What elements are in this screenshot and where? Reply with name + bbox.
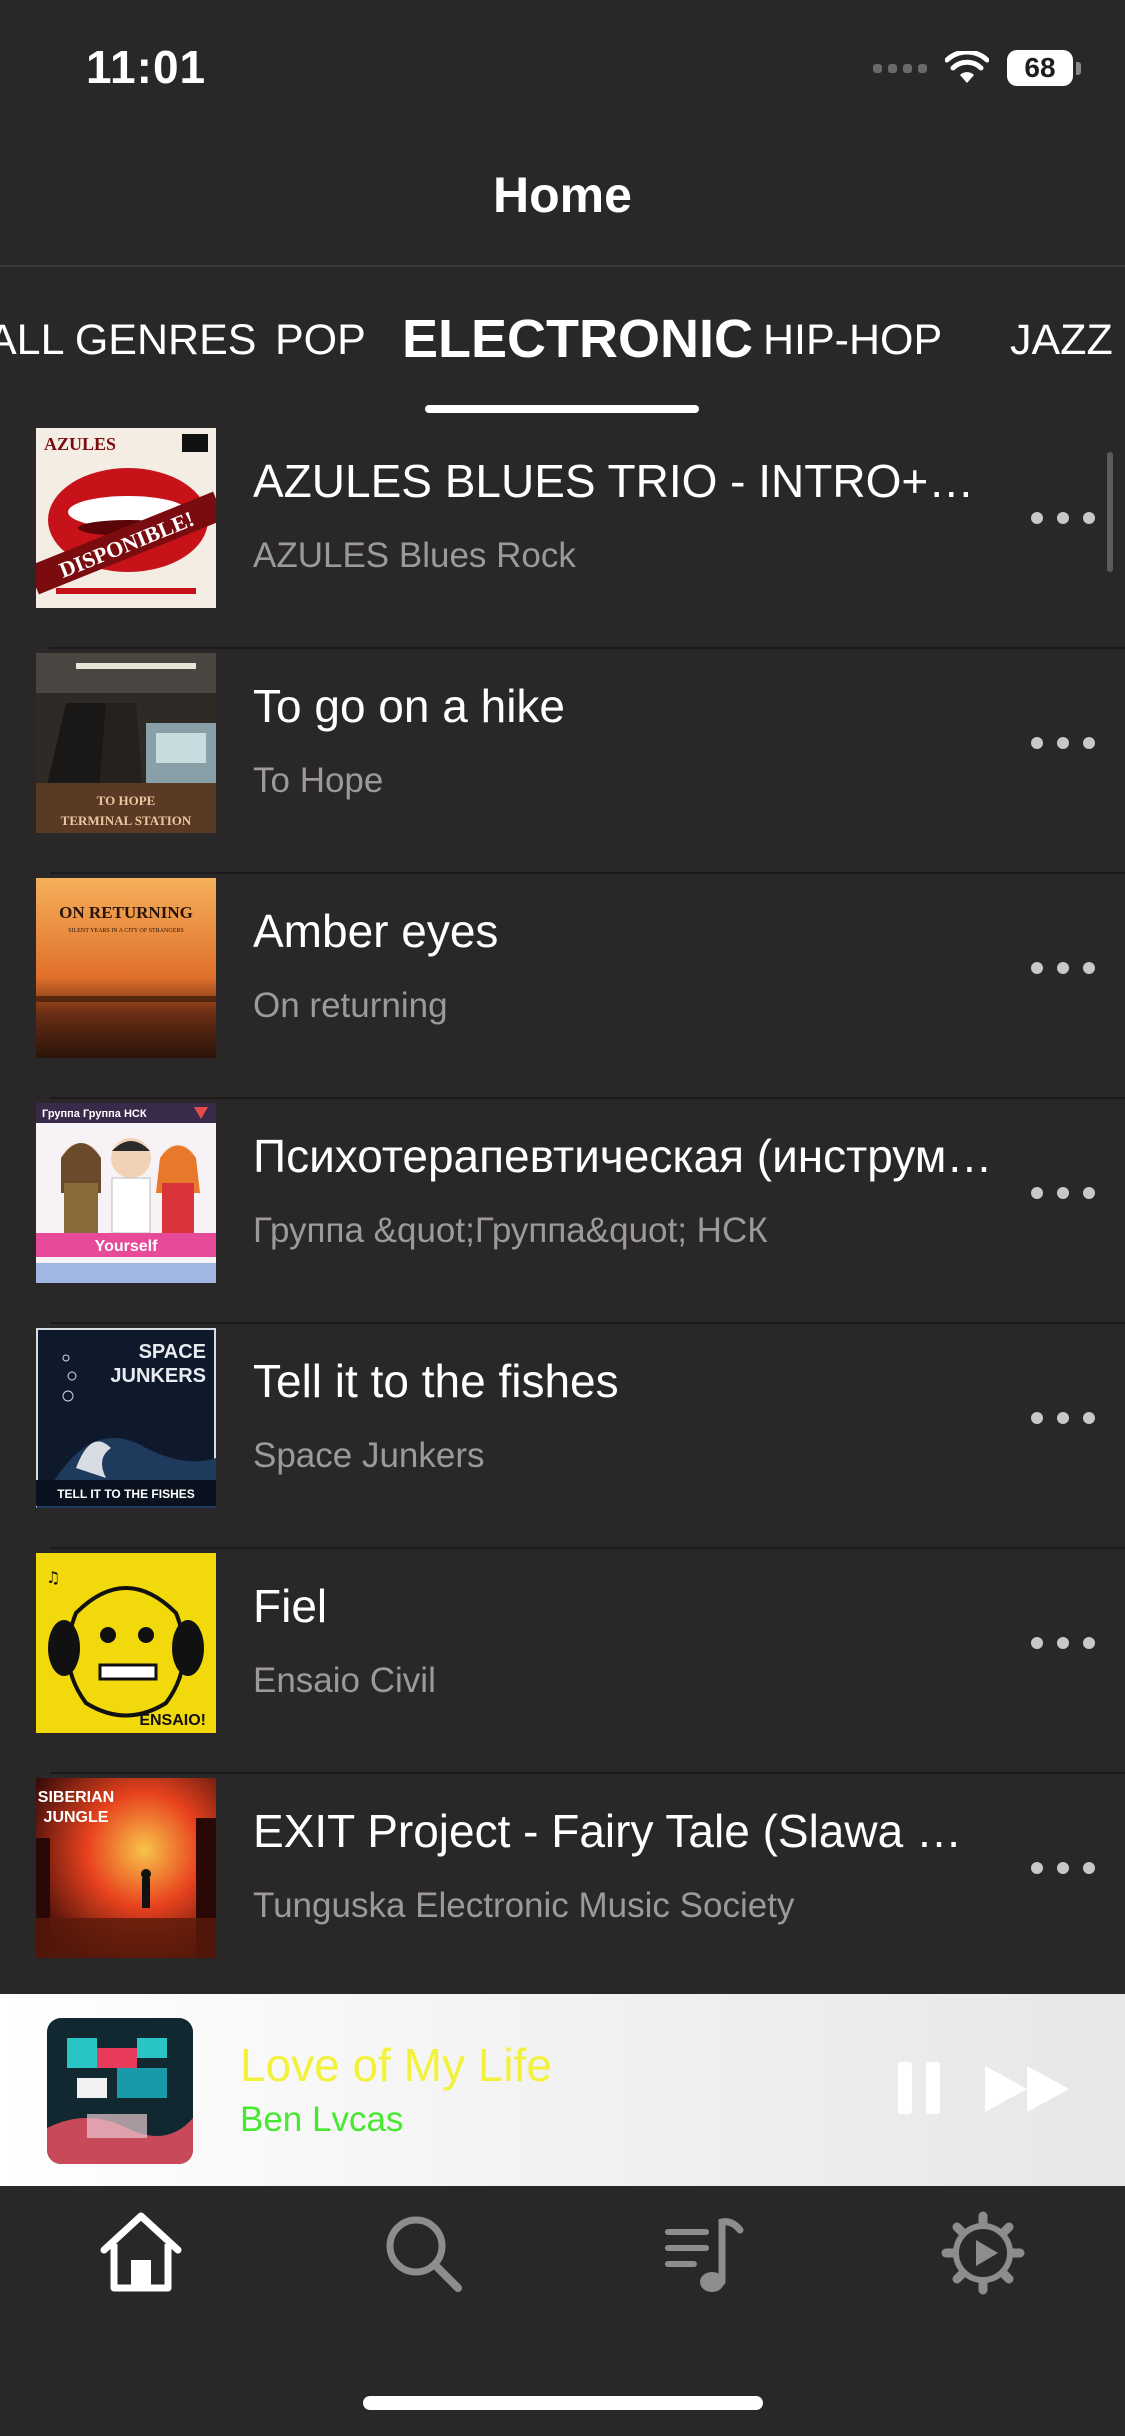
album-art-space-junkers: SPACE JUNKERS TELL IT TO THE FISHES (36, 1328, 216, 1508)
more-options-icon[interactable] (1031, 1179, 1095, 1207)
genre-tabs: ALL GENRES POP ELECTRONIC HIP-HOP JAZZ (0, 300, 1125, 420)
status-time: 11:01 (86, 41, 207, 93)
svg-text:SIBERIAN: SIBERIAN (38, 1789, 114, 1806)
scrollbar-thumb[interactable] (1107, 452, 1113, 572)
tab-jazz[interactable]: JAZZ (1010, 316, 1113, 365)
cellular-signal-icon (873, 63, 927, 73)
page-title: Home (493, 167, 632, 223)
svg-text:TO HOPE: TO HOPE (97, 793, 156, 808)
song-row[interactable]: SPACE JUNKERS TELL IT TO THE FISHES Tell… (0, 1324, 1125, 1549)
home-icon[interactable] (96, 2208, 186, 2298)
song-title: AZULES BLUES TRIO - INTRO+BLUES (253, 455, 993, 507)
mini-player[interactable]: Love of My Life Ben Lvcas (0, 1994, 1125, 2186)
svg-text:AZULES: AZULES (44, 434, 116, 454)
album-art-on-returning: ON RETURNING SILENT YEARS IN A CITY OF S… (36, 878, 216, 1058)
more-options-icon[interactable] (1031, 1404, 1095, 1432)
now-playing-artist: Ben Lvcas (240, 2100, 404, 2139)
svg-text:ENSAIO!: ENSAIO! (139, 1712, 206, 1729)
more-options-icon[interactable] (1031, 954, 1095, 982)
svg-text:TERMINAL STATION: TERMINAL STATION (61, 813, 192, 828)
svg-text:Yourself: Yourself (95, 1238, 159, 1255)
song-title: Amber eyes (253, 905, 499, 957)
settings-icon[interactable] (938, 2208, 1028, 2298)
tab-electronic[interactable]: ELECTRONIC (402, 308, 753, 370)
song-row[interactable]: Группа Группа НСК Yourself Психотерапевт… (0, 1099, 1125, 1324)
tab-pop[interactable]: POP (275, 316, 366, 365)
svg-text:♫: ♫ (46, 1568, 60, 1587)
song-row[interactable]: SIBERIAN JUNGLE EXIT Project - Fairy Tal… (0, 1774, 1125, 1999)
more-options-icon[interactable] (1031, 1629, 1095, 1657)
album-art-terminal-station: TO HOPE TERMINAL STATION (36, 653, 216, 833)
svg-text:SILENT YEARS IN A CITY OF STRA: SILENT YEARS IN A CITY OF STRANGERS (68, 928, 183, 934)
tab-all-genres[interactable]: ALL GENRES (0, 316, 256, 365)
song-artist: Tunguska Electronic Music Society (253, 1886, 795, 1925)
song-row[interactable]: ON RETURNING SILENT YEARS IN A CITY OF S… (0, 874, 1125, 1099)
svg-text:SPACE: SPACE (139, 1341, 206, 1363)
song-list: DISPONIBLE! AZULES AZULES BLUES TRIO - I… (0, 424, 1125, 1999)
song-artist: Группа &quot;Группа&quot; НСК (253, 1211, 768, 1250)
song-row[interactable]: TO HOPE TERMINAL STATION To go on a hike… (0, 649, 1125, 874)
search-icon[interactable] (378, 2208, 468, 2298)
fast-forward-icon[interactable] (983, 2064, 1073, 2114)
album-art-ensaio: ♫ ENSAIO! (36, 1553, 216, 1733)
now-playing-art (47, 2018, 193, 2164)
wifi-icon (945, 51, 989, 83)
song-artist: On returning (253, 986, 448, 1025)
svg-text:TELL IT TO THE FISHES: TELL IT TO THE FISHES (57, 1487, 195, 1501)
battery-icon: 68 (1007, 50, 1081, 86)
more-options-icon[interactable] (1031, 504, 1095, 532)
song-title: Fiel (253, 1580, 328, 1632)
song-artist: Ensaio Civil (253, 1661, 436, 1700)
album-art-siberian-jungle: SIBERIAN JUNGLE (36, 1778, 216, 1958)
song-title: Психотерапевтическая (инструментальная) (253, 1130, 993, 1182)
svg-text:JUNKERS: JUNKERS (110, 1365, 206, 1387)
tab-hip-hop[interactable]: HIP-HOP (763, 316, 942, 365)
song-title: Tell it to the fishes (253, 1355, 619, 1407)
song-artist: Space Junkers (253, 1436, 485, 1475)
svg-text:Группа Группа НСК: Группа Группа НСК (42, 1108, 147, 1120)
playlist-icon[interactable] (660, 2208, 750, 2298)
song-artist: To Hope (253, 761, 384, 800)
more-options-icon[interactable] (1031, 729, 1095, 757)
status-indicators: 68 (873, 46, 1081, 90)
song-title: To go on a hike (253, 680, 566, 732)
home-indicator[interactable] (363, 2396, 763, 2410)
battery-level: 68 (1007, 50, 1073, 86)
song-row[interactable]: DISPONIBLE! AZULES AZULES BLUES TRIO - I… (0, 424, 1125, 649)
more-options-icon[interactable] (1031, 1854, 1095, 1882)
album-art-disponible: DISPONIBLE! AZULES (36, 428, 216, 608)
song-artist: AZULES Blues Rock (253, 536, 576, 575)
song-row[interactable]: ♫ ENSAIO! Fiel Ensaio Civil (0, 1549, 1125, 1774)
svg-text:JUNGLE: JUNGLE (44, 1809, 109, 1826)
now-playing-title: Love of My Life (240, 2039, 552, 2091)
pause-icon[interactable] (898, 2062, 940, 2114)
song-title: EXIT Project - Fairy Tale (Slawa Remix) (253, 1805, 993, 1857)
svg-text:ON RETURNING: ON RETURNING (59, 903, 193, 922)
album-art-yourself: Группа Группа НСК Yourself (36, 1103, 216, 1283)
header-divider (0, 265, 1125, 267)
tab-indicator (425, 405, 699, 413)
status-bar: 11:01 68 (0, 0, 1125, 140)
